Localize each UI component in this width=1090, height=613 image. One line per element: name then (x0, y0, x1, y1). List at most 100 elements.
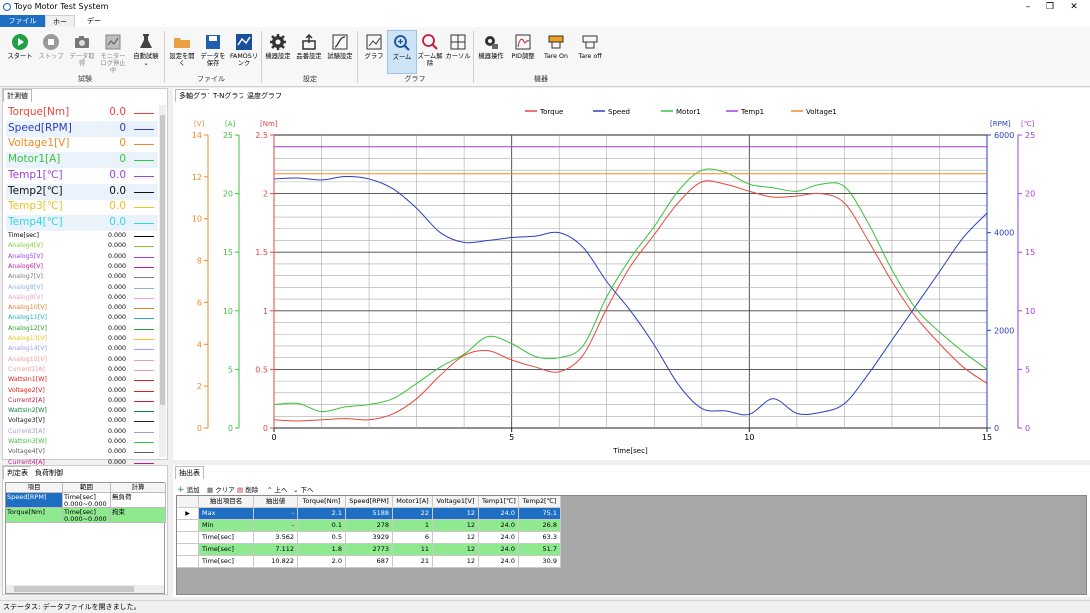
channel-row-small[interactable]: Analog13[V] 0.000 (6, 334, 158, 344)
monitor-log-button[interactable]: モニターログ停止中 (98, 30, 128, 74)
auto-test-button[interactable]: 自動試験 ⌄ (131, 30, 161, 74)
channel-row-small[interactable]: WattsIn1[W] 0.000 (6, 375, 158, 385)
extract-cell[interactable]: 24.0 (479, 544, 519, 556)
channel-row[interactable]: Voltage1[V] 0 (6, 136, 158, 152)
extract-header[interactable]: Motor1[A] (393, 496, 433, 508)
channel-row-small[interactable]: Current3[A] 0.000 (6, 427, 158, 437)
extract-cell[interactable]: 75.1 (519, 508, 561, 520)
channel-row-small[interactable]: Current2[A] 0.000 (6, 396, 158, 406)
channel-row-small[interactable]: Analog12[V] 0.000 (6, 324, 158, 334)
move-down-button[interactable]: ⌄ 下へ (293, 484, 314, 494)
channel-row-small[interactable]: Time[sec] 0.000 (6, 231, 158, 241)
tare-off-button[interactable]: Tare off (575, 30, 605, 74)
channel-row-small[interactable]: WattsIn3[W] 0.000 (6, 437, 158, 447)
extract-cell[interactable]: 12 (433, 508, 479, 520)
extract-cell[interactable]: - (254, 508, 298, 520)
extract-cell[interactable]: 24.0 (479, 520, 519, 532)
extract-cell[interactable]: Min (199, 520, 254, 532)
channel-scrollbar[interactable] (159, 105, 166, 457)
extract-cell[interactable]: Max (199, 508, 254, 520)
acquire-data-button[interactable]: データ取得 (67, 30, 97, 74)
extract-cell[interactable]: 12 (433, 544, 479, 556)
extract-header[interactable]: 抽出項目名 (199, 496, 254, 508)
extract-cell[interactable]: 5188 (346, 508, 393, 520)
minimize-icon[interactable]: – (1018, 1, 1038, 13)
judge-cell[interactable]: Speed[RPM] (6, 493, 63, 508)
channel-row[interactable]: Torque[Nm] 0.0 (6, 105, 158, 121)
channel-row-small[interactable]: Analog15[V] 0.000 (6, 355, 158, 365)
stop-button[interactable]: ストップ (36, 30, 66, 74)
tab-home[interactable]: ホーム (45, 15, 75, 38)
channel-row[interactable]: Temp1[℃] 0.0 (6, 168, 158, 184)
extract-cell[interactable]: 63.3 (519, 532, 561, 544)
extract-cell[interactable]: 1.8 (298, 544, 346, 556)
device-operation-button[interactable]: 機器操作 (476, 30, 506, 74)
channel-row-small[interactable]: Voltage3[V] 0.000 (6, 416, 158, 426)
extract-cell[interactable]: 12 (433, 532, 479, 544)
channel-row-small[interactable]: WattsIn2[W] 0.000 (6, 406, 158, 416)
extract-cell[interactable]: 21 (393, 556, 433, 568)
tare-on-button[interactable]: Tare On (541, 30, 571, 74)
channel-row-small[interactable]: Analog14[V] 0.000 (6, 344, 158, 354)
pid-adjust-button[interactable]: PID調整 (508, 30, 538, 74)
judge-scrollbar[interactable] (6, 585, 164, 593)
channel-row-small[interactable]: Analog5[V] 0.000 (6, 252, 158, 262)
extract-header[interactable]: Temp1[℃] (479, 496, 519, 508)
extract-header[interactable]: Torque[Nm] (298, 496, 346, 508)
judge-cell[interactable]: Time[sec] 0.000~0.000 (63, 508, 111, 523)
close-icon[interactable]: ✕ (1064, 1, 1084, 13)
extract-cell[interactable]: 1 (393, 520, 433, 532)
channel-row-small[interactable]: Analog8[V] 0.000 (6, 283, 158, 293)
channel-row-small[interactable]: Analog7[V] 0.000 (6, 272, 158, 282)
extract-header[interactable]: Temp2[℃] (519, 496, 561, 508)
device-settings-button[interactable]: 機器設定 (263, 30, 293, 74)
tab-file[interactable]: ファイル (0, 15, 45, 27)
channel-row-small[interactable]: Analog4[V] 0.000 (6, 241, 158, 251)
channel-row-small[interactable]: Analog9[V] 0.000 (6, 293, 158, 303)
row-selector[interactable] (177, 532, 199, 544)
row-selector[interactable] (177, 544, 199, 556)
channel-row-small[interactable]: Current1[A] 0.000 (6, 365, 158, 375)
graph-button[interactable]: グラフ (359, 30, 389, 74)
zoom-button[interactable]: ズーム (387, 30, 417, 74)
zoom-reset-button[interactable]: ズーム解除 (415, 30, 445, 74)
row-selector[interactable] (177, 520, 199, 532)
extract-cell[interactable]: - (254, 520, 298, 532)
channel-row[interactable]: Temp2[℃] 0.0 (6, 183, 158, 200)
channel-row-small[interactable]: Voltage4[V] 0.000 (6, 447, 158, 457)
extract-cell[interactable]: Time[sec] (199, 556, 254, 568)
famos-link-button[interactable]: FAMOSリンク (229, 30, 259, 74)
extract-cell[interactable]: 2.1 (298, 508, 346, 520)
extract-header[interactable]: 抽出値 (254, 496, 298, 508)
auto-test-dropdown-icon[interactable]: ⌄ (131, 60, 161, 67)
extract-cell[interactable]: 10.822 (254, 556, 298, 568)
channel-row-small[interactable]: Analog11[V] 0.000 (6, 313, 158, 323)
extract-cell[interactable]: 0.5 (298, 532, 346, 544)
extract-cell[interactable]: 3929 (346, 532, 393, 544)
extract-cell[interactable]: 26.8 (519, 520, 561, 532)
save-data-button[interactable]: データを保存 (198, 30, 228, 74)
extract-cell[interactable]: 6 (393, 532, 433, 544)
judge-cell[interactable]: Torque[Nm] (6, 508, 63, 523)
tab-judge[interactable]: 判定表 (3, 466, 32, 479)
extract-cell[interactable]: 22 (393, 508, 433, 520)
extract-cell[interactable]: 3.562 (254, 532, 298, 544)
channel-row[interactable]: Speed[RPM] 0 (6, 120, 158, 137)
extract-cell[interactable]: 278 (346, 520, 393, 532)
extract-cell[interactable]: 7.112 (254, 544, 298, 556)
extract-header[interactable]: Speed[RPM] (346, 496, 393, 508)
multi-axis-chart[interactable]: 0 5 10 15Time[sec]02468101214[V]0510152025[… (173, 98, 1090, 460)
channel-row-small[interactable]: Analog6[V] 0.000 (6, 262, 158, 272)
extract-header[interactable]: Voltage1[V] (433, 496, 479, 508)
judge-cell[interactable]: 拘束 (111, 508, 166, 523)
tab-extract[interactable]: 抽出表 (175, 466, 204, 479)
extract-cell[interactable]: 0.1 (298, 520, 346, 532)
tab-measurement[interactable]: 計測値 (3, 89, 32, 102)
open-settings-button[interactable]: 設定を開く (167, 30, 197, 74)
extract-cell[interactable]: 12 (433, 556, 479, 568)
cursor-button[interactable]: カーソル (443, 30, 473, 74)
judge-cell[interactable]: 無負荷 (111, 493, 166, 508)
extract-cell[interactable]: Time[sec] (199, 532, 254, 544)
extract-cell[interactable]: 51.7 (519, 544, 561, 556)
extract-cell[interactable]: 687 (346, 556, 393, 568)
